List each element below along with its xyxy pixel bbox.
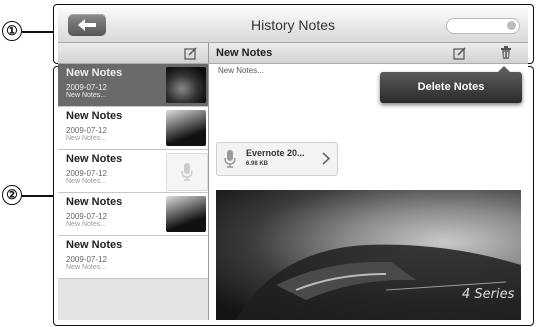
search-input[interactable]: [446, 18, 520, 34]
car-tail-photo: 4 Series: [216, 190, 521, 320]
popup-arrow: [498, 66, 510, 72]
top-bar: History Notes: [58, 8, 528, 43]
model-badge: 4 Series: [462, 287, 515, 302]
note-preview: New Notes...: [66, 178, 107, 185]
edit-note-icon[interactable]: [453, 47, 466, 60]
note-preview: New Notes...: [66, 264, 107, 271]
delete-notes-button[interactable]: Delete Notes: [380, 81, 522, 93]
toolbar-divider: [208, 43, 209, 63]
note-date: 2009-07-12: [66, 169, 107, 178]
back-arrow-icon: [78, 19, 96, 31]
attachment-name: Evernote 20...: [246, 148, 305, 158]
note-list-item[interactable]: New Notes 2009-07-12 New Notes...: [58, 107, 208, 150]
note-name: New Notes: [66, 67, 123, 79]
search-clear-icon[interactable]: [507, 21, 516, 30]
delete-notes-popup[interactable]: Delete Notes: [380, 66, 522, 103]
note-name: New Notes: [66, 110, 123, 122]
note-list-item[interactable]: New Notes 2009-07-12 New Notes...: [58, 236, 208, 279]
note-date: 2009-07-12: [66, 126, 107, 135]
note-list-item[interactable]: New Notes 2009-07-12 New Notes...: [58, 193, 208, 236]
new-note-icon[interactable]: [184, 47, 197, 60]
note-name: New Notes: [66, 196, 123, 208]
microphone-icon: [224, 150, 236, 168]
callout-1: ①: [2, 21, 22, 41]
note-preview: New Notes...: [66, 221, 107, 228]
note-excerpt: New Notes...: [218, 66, 264, 75]
voice-note-thumbnail: [166, 153, 208, 191]
note-list-item[interactable]: New Notes 2009-07-12 New Notes...: [58, 64, 208, 107]
back-button[interactable]: [68, 14, 106, 36]
car-tail-thumbnail: [166, 67, 206, 103]
attachment-size: 6.98 KB: [246, 161, 269, 167]
car-thumbnail: [166, 110, 206, 146]
note-date: 2009-07-12: [66, 83, 107, 92]
note-preview: New Notes...: [66, 92, 107, 99]
microphone-icon: [181, 163, 193, 181]
callout-2-leader: [22, 195, 53, 197]
note-toolbar: New Notes: [58, 43, 528, 64]
note-list-item[interactable]: New Notes 2009-07-12 New Notes...: [58, 150, 208, 193]
trash-icon[interactable]: [500, 46, 512, 60]
callout-1-leader: [22, 31, 53, 33]
note-name: New Notes: [66, 153, 123, 165]
note-preview: New Notes...: [66, 135, 107, 142]
car-thumbnail: [166, 196, 206, 232]
note-date: 2009-07-12: [66, 255, 107, 264]
page-title: History Notes: [250, 17, 336, 33]
callout-2: ②: [2, 185, 22, 205]
note-title: New Notes: [216, 47, 273, 59]
notes-list: New Notes 2009-07-12 New Notes... New No…: [58, 64, 209, 320]
note-name: New Notes: [66, 239, 123, 251]
device-screen: History Notes New Notes New Notes 2009-0…: [58, 8, 528, 320]
audio-attachment[interactable]: Evernote 20... 6.98 KB: [216, 142, 338, 176]
note-date: 2009-07-12: [66, 212, 107, 221]
chevron-right-icon: [322, 152, 330, 165]
